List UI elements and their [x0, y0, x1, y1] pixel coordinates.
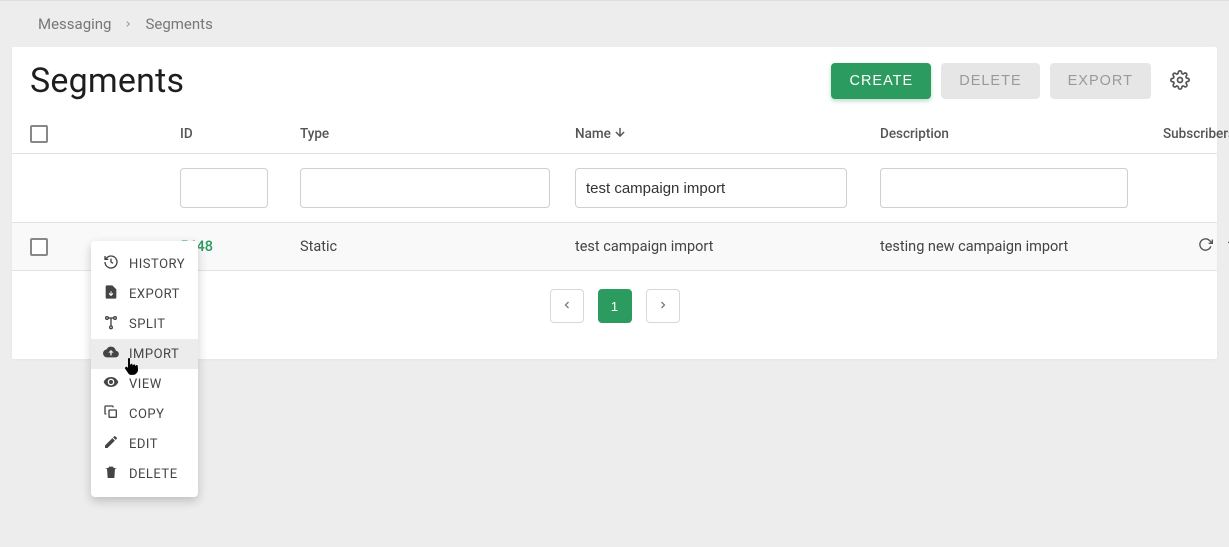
row-subscribers-cell: 1: [1160, 237, 1229, 256]
menu-export[interactable]: EXPORT: [91, 279, 198, 309]
page-number-button[interactable]: 1: [598, 289, 632, 323]
menu-view[interactable]: VIEW: [91, 369, 198, 399]
export-icon: [103, 284, 119, 304]
menu-import-label: IMPORT: [129, 347, 179, 362]
page-title: Segments: [30, 61, 184, 101]
filter-name-input[interactable]: [575, 168, 847, 208]
filter-type-input[interactable]: [300, 168, 550, 208]
select-all-cell: [30, 125, 180, 143]
header-actions: CREATE DELETE EXPORT: [831, 62, 1199, 100]
menu-view-label: VIEW: [129, 377, 162, 392]
column-name-label: Name: [575, 126, 611, 142]
split-icon: [103, 314, 119, 334]
column-name[interactable]: Name: [575, 125, 880, 143]
create-button[interactable]: CREATE: [831, 63, 931, 99]
refresh-icon[interactable]: [1198, 237, 1213, 256]
menu-copy[interactable]: COPY: [91, 399, 198, 429]
breadcrumb-leaf[interactable]: Segments: [145, 15, 212, 33]
chevron-left-icon: [561, 299, 573, 314]
filter-description-input[interactable]: [880, 168, 1128, 208]
menu-split[interactable]: SPLIT: [91, 309, 198, 339]
menu-export-label: EXPORT: [129, 287, 180, 302]
menu-copy-label: COPY: [129, 407, 164, 422]
row-context-menu: HISTORY EXPORT SPLIT IMPORT VIEW COPY ED…: [91, 241, 198, 497]
menu-delete-label: DELETE: [129, 467, 178, 482]
page-next-button[interactable]: [646, 289, 680, 323]
page-prev-button[interactable]: [550, 289, 584, 323]
column-type[interactable]: Type: [300, 126, 575, 142]
menu-history-label: HISTORY: [129, 257, 185, 272]
row-description: testing new campaign import: [880, 238, 1160, 255]
chevron-right-icon: [657, 299, 669, 314]
history-icon: [103, 254, 119, 274]
filter-row: [12, 154, 1217, 223]
menu-split-label: SPLIT: [129, 317, 166, 332]
breadcrumb: Messaging Segments: [0, 1, 1229, 47]
menu-edit-label: EDIT: [129, 437, 158, 452]
trash-icon: [103, 464, 119, 484]
row-type: Static: [300, 238, 575, 255]
row-name: test campaign import: [575, 238, 880, 255]
menu-history[interactable]: HISTORY: [91, 249, 198, 279]
column-description[interactable]: Description: [880, 126, 1160, 142]
chevron-right-icon: [123, 19, 133, 29]
gear-icon: [1170, 70, 1190, 93]
breadcrumb-root[interactable]: Messaging: [38, 15, 111, 33]
column-id[interactable]: ID: [180, 126, 300, 142]
row-checkbox[interactable]: [30, 238, 48, 256]
settings-button[interactable]: [1161, 62, 1199, 100]
filter-id-input[interactable]: [180, 168, 268, 208]
delete-button[interactable]: DELETE: [941, 63, 1039, 99]
eye-icon: [103, 374, 119, 394]
sort-down-icon: [613, 125, 627, 143]
table-header: ID Type Name Description Subscribers: [12, 119, 1217, 154]
cloud-upload-icon: [103, 344, 119, 364]
column-subscribers[interactable]: Subscribers: [1160, 126, 1229, 142]
menu-delete[interactable]: DELETE: [91, 459, 198, 489]
copy-icon: [103, 404, 119, 424]
menu-edit[interactable]: EDIT: [91, 429, 198, 459]
pencil-icon: [103, 434, 119, 454]
select-all-checkbox[interactable]: [30, 125, 48, 143]
card-header: Segments CREATE DELETE EXPORT: [12, 47, 1217, 119]
menu-import[interactable]: IMPORT: [91, 339, 198, 369]
export-button[interactable]: EXPORT: [1050, 63, 1151, 99]
